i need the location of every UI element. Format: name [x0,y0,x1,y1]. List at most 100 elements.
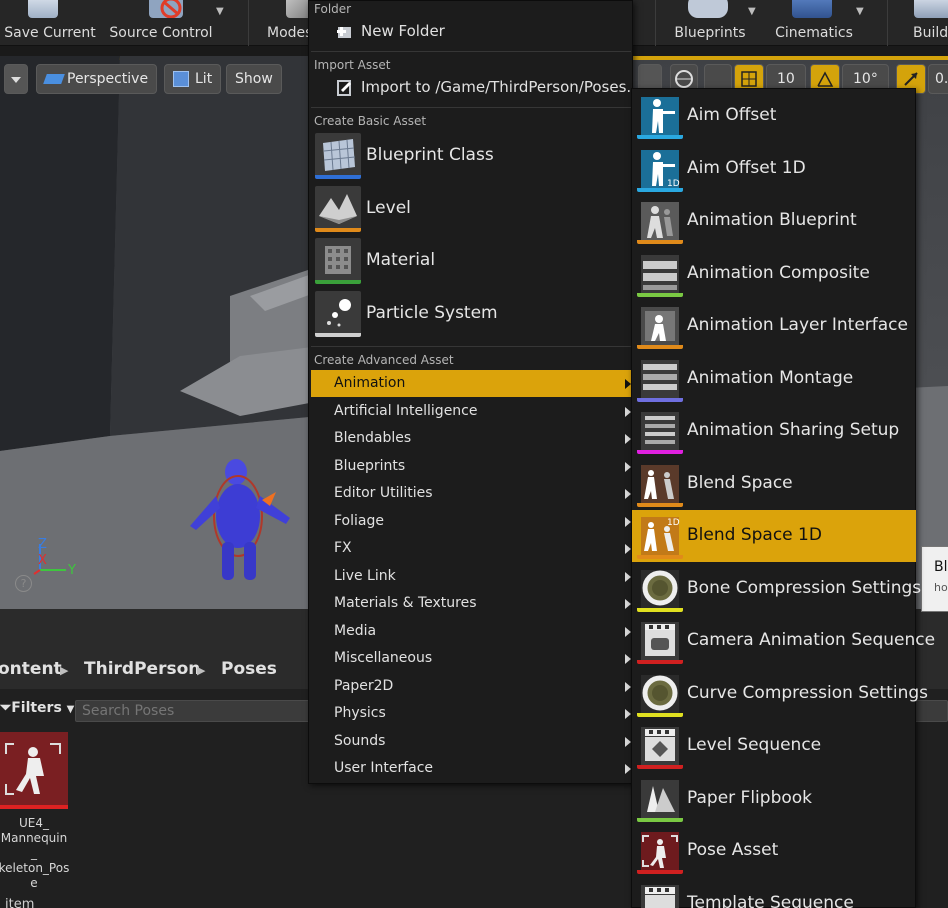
save-current-button[interactable]: Save Current [0,0,100,46]
save-icon [28,0,58,18]
aim-offset-1d-icon: 1D [637,146,683,192]
pose-asset-tile[interactable] [0,732,68,809]
level-label: Level [366,198,411,218]
submenu-item-label: Level Sequence [687,735,822,755]
svg-text:1D: 1D [667,518,680,528]
submenu-item-animation-blueprint[interactable]: Animation Blueprint [632,195,916,247]
category-item-miscellaneous[interactable]: Miscellaneous [311,645,633,672]
category-item-physics[interactable]: Physics [311,700,633,727]
category-item-blueprints[interactable]: Blueprints [311,453,633,480]
blueprints-button[interactable]: Blueprints [666,0,754,46]
category-item-sounds[interactable]: Sounds [311,728,633,755]
build-icon [914,0,948,18]
category-item-editor-utilities[interactable]: Editor Utilities [311,480,633,507]
filters-label: Filters [11,700,62,716]
template-sequence-icon [637,881,683,908]
axis-z-label: Z [38,537,47,552]
chevron-down-icon [11,77,21,83]
level-sequence-icon [637,723,683,769]
scale-snap-value[interactable]: 0. [928,64,948,94]
breadcrumb-thirdperson[interactable]: ThirdPerson [84,659,200,679]
submenu-item-animation-composite[interactable]: Animation Composite [632,248,916,300]
level-item[interactable]: Level [311,184,631,234]
submenu-item-blend-space[interactable]: Blend Space [632,458,916,510]
mannequin-character[interactable] [190,456,300,586]
submenu-item-animation-sharing-setup[interactable]: Animation Sharing Setup [632,405,916,457]
blueprints-dropdown[interactable]: ▼ [748,6,756,17]
show-button[interactable]: Show [226,64,282,94]
particle-system-item[interactable]: Particle System [311,289,631,339]
build-button[interactable]: Build [900,0,948,46]
category-item-live-link[interactable]: Live Link [311,563,633,590]
lit-button[interactable]: Lit [164,64,222,94]
breadcrumb-content[interactable]: ontent [0,659,62,679]
new-folder-label: New Folder [361,22,445,40]
viewport-options-dropdown[interactable] [4,64,28,94]
submenu-item-label: Animation Montage [687,367,854,388]
submenu-item-paper-flipbook[interactable]: Paper Flipbook [632,773,916,825]
level-icon [315,186,361,232]
filters-button[interactable]: ⏷Filters ▼ [0,700,74,716]
category-item-media[interactable]: Media [311,618,633,645]
lit-cube-icon [173,71,189,87]
perspective-button[interactable]: Perspective [36,64,158,94]
submenu-item-aim-offset-1d[interactable]: 1D Aim Offset 1D [632,143,916,195]
category-label: Artificial Intelligence [334,403,478,419]
add-new-menu: Folder New Folder Import Asset Import to… [308,0,641,784]
submenu-item-label: Animation Blueprint [687,210,857,230]
material-item[interactable]: Material [311,236,631,286]
tooltip-title: Bl [934,559,948,575]
submenu-item-pose-asset[interactable]: Pose Asset [632,825,916,877]
category-label: Sounds [334,733,386,749]
submenu-item-animation-montage[interactable]: Animation Montage [632,353,916,405]
category-item-materials-textures[interactable]: Materials & Textures [311,590,633,617]
category-item-animation[interactable]: Animation [311,370,633,397]
blend-space-icon [637,461,683,507]
submenu-item-animation-layer-interface[interactable]: Animation Layer Interface [632,300,916,352]
breadcrumb-arrow-icon[interactable]: ▶ [60,664,68,677]
category-label: Miscellaneous [334,650,433,666]
asset-type-color-strip [637,660,683,664]
breadcrumb-poses[interactable]: Poses [221,659,277,679]
gamepad-icon [688,0,728,18]
items-count: item [5,897,35,908]
blend-space-1d-icon: 1D [637,513,683,559]
asset-type-color-strip [637,345,683,349]
category-item-fx[interactable]: FX [311,535,633,562]
source-control-dropdown[interactable]: ▼ [216,6,224,17]
category-item-blendables[interactable]: Blendables [311,425,633,452]
submenu-item-aim-offset[interactable]: Aim Offset [632,90,916,142]
bone-compression-settings-icon [637,566,683,612]
submenu-item-level-sequence[interactable]: Level Sequence [632,720,916,772]
new-folder-item[interactable]: New Folder [311,19,631,45]
category-label: User Interface [334,760,434,776]
blueprint-class-item[interactable]: Blueprint Class [311,131,631,181]
category-item-foliage[interactable]: Foliage [311,508,633,535]
submenu-item-label: Bone Compression Settings [687,577,922,598]
category-label: Blueprints [334,458,406,474]
submenu-item-camera-animation-sequence[interactable]: Camera Animation Sequence [632,615,935,667]
source-control-button[interactable]: Source Control [102,0,220,46]
pose-asset-icon [637,828,683,874]
submenu-item-label: Paper Flipbook [687,787,813,808]
category-item-artificial-intelligence[interactable]: Artificial Intelligence [311,398,633,425]
asset-type-color-strip [637,135,683,139]
material-sphere-icon [325,246,351,274]
submenu-item-label: Animation Sharing Setup [687,420,900,440]
submenu-item-template-sequence[interactable]: Template Sequence [632,878,916,908]
submenu-item-blend-space-1d[interactable]: 1D Blend Space 1D [632,510,916,562]
tooltip: Bl ho [921,546,948,612]
category-item-paper2d[interactable]: Paper2D [311,673,633,700]
asset-type-color-strip [637,555,683,559]
submenu-item-bone-compression-settings[interactable]: Bone Compression Settings [632,563,921,615]
submenu-item-curve-compression-settings[interactable]: Curve Compression Settings [632,668,928,720]
cinematics-dropdown[interactable]: ▼ [856,6,864,17]
import-item[interactable]: Import to /Game/ThirdPerson/Poses... [311,75,641,101]
cinematics-button[interactable]: Cinematics [770,0,858,46]
save-current-label: Save Current [4,25,96,41]
help-icon[interactable]: ? [15,575,32,592]
breadcrumb-arrow-icon[interactable]: ▶ [197,664,205,677]
category-item-user-interface[interactable]: User Interface [311,755,633,782]
axis-gizmo: Z X Y [33,537,76,578]
submenu-item-label: Blend Space 1D [687,525,822,545]
